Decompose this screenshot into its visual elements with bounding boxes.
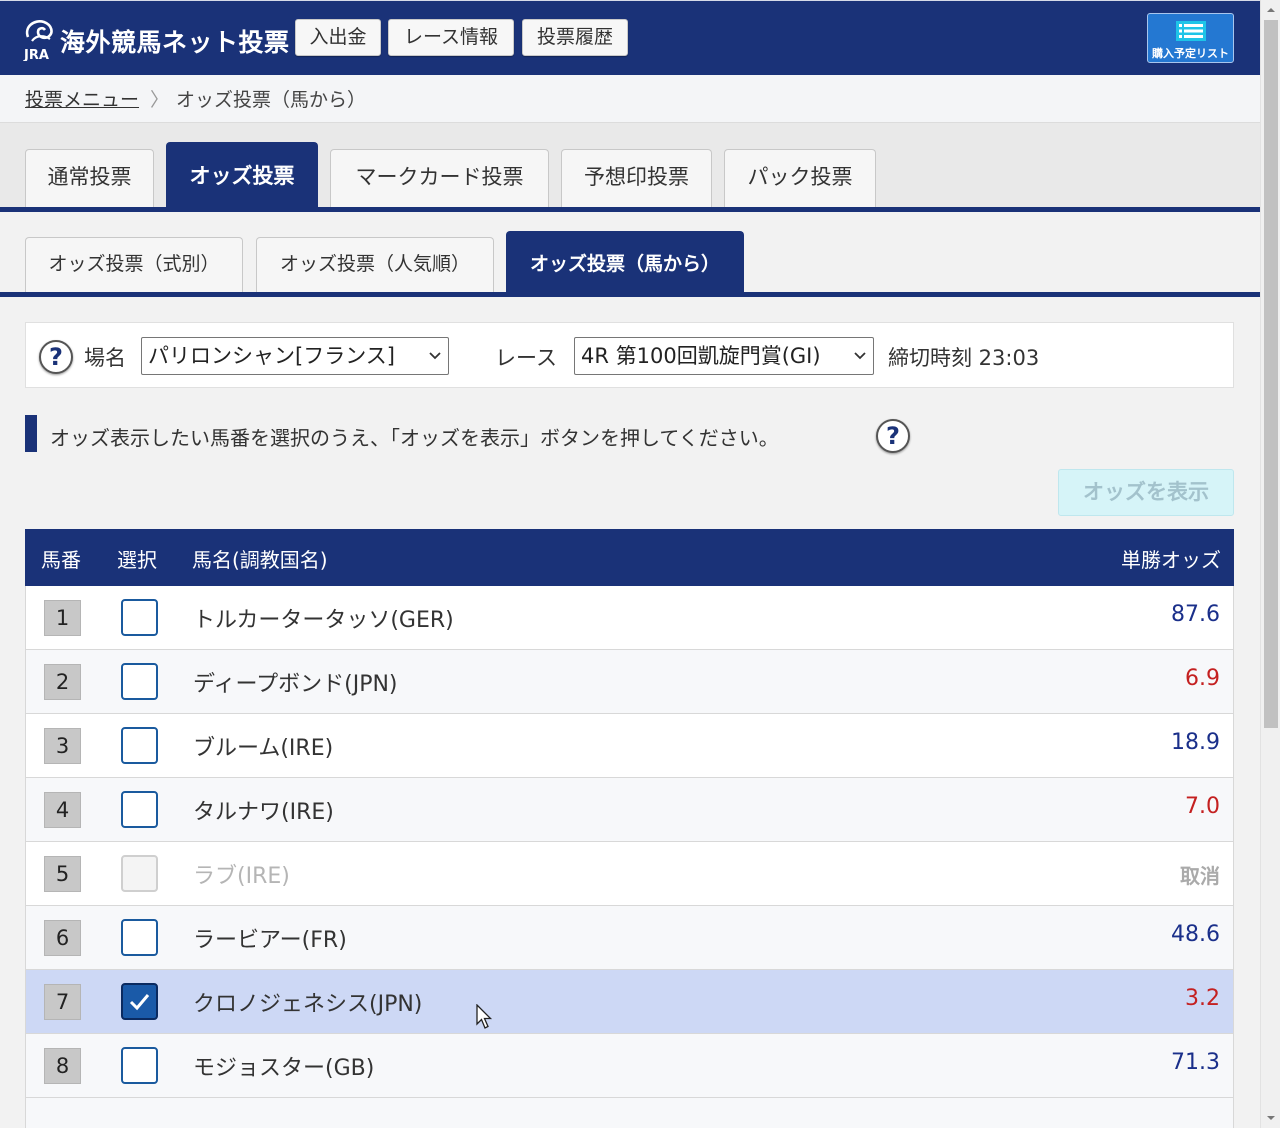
win-odds: 3.2 xyxy=(1185,986,1220,1011)
race-label: レース xyxy=(495,346,557,370)
table-body: 1 トルカータータッソ(GER) 87.6 2 ディープボンド(JPN) 6.9 3 ブルーム… xyxy=(25,586,1234,1128)
sub-tab-underline xyxy=(0,292,1260,297)
header-horse-number: 馬番 xyxy=(41,548,81,572)
table-row[interactable]: 2 ディープボンド(JPN) 6.9 xyxy=(25,650,1234,714)
venue-select[interactable]: パリロンシャン[フランス] xyxy=(141,337,449,375)
purchase-list-label: 購入予定リスト xyxy=(1152,47,1229,60)
scroll-down-icon[interactable] xyxy=(1261,1108,1280,1128)
horse-number: 5 xyxy=(44,856,81,892)
win-odds: 87.6 xyxy=(1171,602,1220,627)
race-select[interactable]: 4R 第100回凱旋門賞(GI) xyxy=(574,337,874,375)
subtab-odds-by-type[interactable]: オッズ投票（式別） xyxy=(25,237,243,293)
list-icon xyxy=(1176,21,1206,41)
horse-name: タルナワ(IRE) xyxy=(193,800,334,825)
chevron-down-icon xyxy=(854,352,866,360)
breadcrumb: 投票メニュー 〉 オッズ投票（馬から） xyxy=(0,75,1260,123)
horse-name: ラービアー(FR) xyxy=(193,928,347,953)
tab-normal-vote[interactable]: 通常投票 xyxy=(25,149,154,207)
table-row[interactable]: 5 ラブ(IRE) 取消 xyxy=(25,842,1234,906)
win-odds: 18.9 xyxy=(1171,730,1220,755)
scroll-up-icon[interactable] xyxy=(1261,0,1280,20)
select-checkbox xyxy=(121,855,158,892)
select-checkbox[interactable] xyxy=(121,983,158,1020)
horse-number: 1 xyxy=(44,600,81,636)
scrollbar-thumb[interactable] xyxy=(1264,20,1278,728)
sub-tab-bar: オッズ投票（式別） オッズ投票（人気順） オッズ投票（馬から） xyxy=(0,212,1260,297)
tab-markcard-vote[interactable]: マークカード投票 xyxy=(330,149,549,207)
select-checkbox[interactable] xyxy=(121,663,158,700)
table-row[interactable]: 6 ラービアー(FR) 48.6 xyxy=(25,906,1234,970)
horse-name: ディープボンド(JPN) xyxy=(193,672,398,697)
show-odds-button[interactable]: オッズを表示 xyxy=(1058,469,1234,516)
select-checkbox[interactable] xyxy=(121,727,158,764)
checkmark-icon xyxy=(129,994,150,1011)
horse-name: クロノジェネシス(JPN) xyxy=(193,992,423,1017)
subtab-odds-by-horse[interactable]: オッズ投票（馬から） xyxy=(506,231,744,293)
race-info-button[interactable]: レース情報 xyxy=(388,19,514,56)
breadcrumb-link-vote-menu[interactable]: 投票メニュー xyxy=(25,85,139,112)
breadcrumb-separator: 〉 xyxy=(150,89,170,111)
jra-logo-icon: JRA xyxy=(23,20,53,61)
horse-table: 馬番 選択 馬名(調教国名) 単勝オッズ 1 トルカータータッソ(GER) 87.6… xyxy=(25,529,1234,1128)
page-scrollbar[interactable] xyxy=(1260,0,1280,1128)
race-select-value: 4R 第100回凱旋門賞(GI) xyxy=(581,344,821,368)
horse-name: モジョスター(GB) xyxy=(193,1056,375,1081)
logo-mark-text: JRA xyxy=(23,48,49,61)
select-checkbox[interactable] xyxy=(121,1047,158,1084)
horse-name: ブルーム(IRE) xyxy=(193,736,334,761)
mouse-cursor-icon xyxy=(476,1004,493,1029)
table-row[interactable] xyxy=(25,1098,1234,1128)
site-header: JRA 海外競馬ネット投票 入出金 レース情報 投票履歴 購入予定リスト xyxy=(0,0,1260,75)
table-row[interactable]: 1 トルカータータッソ(GER) 87.6 xyxy=(25,586,1234,650)
header-win-odds: 単勝オッズ xyxy=(1121,548,1221,572)
win-odds: 48.6 xyxy=(1171,922,1220,947)
win-odds: 7.0 xyxy=(1185,794,1220,819)
instruction-help-icon[interactable]: ? xyxy=(876,419,910,453)
instruction-text: オッズ表示したい馬番を選択のうえ、「オッズを表示」ボタンを押してください。 xyxy=(50,426,779,450)
purchase-list-button[interactable]: 購入予定リスト xyxy=(1147,13,1234,63)
horse-number: 2 xyxy=(44,664,81,700)
horse-name: ラブ(IRE) xyxy=(193,864,290,889)
logo-text: 海外競馬ネット投票 xyxy=(60,28,290,57)
main-tab-bar: 通常投票 オッズ投票 マークカード投票 予想印投票 パック投票 xyxy=(0,123,1260,212)
tab-prediction-vote[interactable]: 予想印投票 xyxy=(561,149,712,207)
vote-history-button[interactable]: 投票履歴 xyxy=(522,19,628,56)
table-row[interactable]: 7 クロノジェネシス(JPN) 3.2 xyxy=(25,970,1234,1034)
venue-label: 場名 xyxy=(84,346,126,370)
select-checkbox[interactable] xyxy=(121,599,158,636)
horse-number: 6 xyxy=(44,920,81,956)
table-row[interactable]: 8 モジョスター(GB) 71.3 xyxy=(25,1034,1234,1098)
tab-pack-vote[interactable]: パック投票 xyxy=(724,149,876,207)
page: JRA 海外競馬ネット投票 入出金 レース情報 投票履歴 購入予定リスト 投票メ… xyxy=(0,0,1260,1128)
deadline-time: 締切時刻 23:03 xyxy=(888,346,1040,370)
horse-number: 7 xyxy=(44,984,81,1020)
win-odds: 取消 xyxy=(1180,864,1220,888)
race-selector-panel: ? 場名 パリロンシャン[フランス] レース 4R 第100回凱旋門賞(GI) … xyxy=(25,322,1234,388)
table-row[interactable]: 4 タルナワ(IRE) 7.0 xyxy=(25,778,1234,842)
venue-select-value: パリロンシャン[フランス] xyxy=(148,344,395,368)
subtab-odds-by-popularity[interactable]: オッズ投票（人気順） xyxy=(256,237,494,293)
deposit-button[interactable]: 入出金 xyxy=(295,19,381,56)
horse-number: 8 xyxy=(44,1048,81,1084)
chevron-down-icon xyxy=(429,352,441,360)
instruction-marker xyxy=(25,415,37,452)
site-logo[interactable]: JRA 海外競馬ネット投票 xyxy=(22,17,289,63)
help-question-icon[interactable]: ? xyxy=(39,340,73,374)
win-odds: 71.3 xyxy=(1171,1050,1220,1075)
table-header: 馬番 選択 馬名(調教国名) 単勝オッズ xyxy=(25,529,1234,586)
horse-number: 4 xyxy=(44,792,81,828)
win-odds: 6.9 xyxy=(1185,666,1220,691)
breadcrumb-current: オッズ投票（馬から） xyxy=(176,89,367,111)
horse-name: トルカータータッソ(GER) xyxy=(193,608,454,633)
table-row[interactable]: 3 ブルーム(IRE) 18.9 xyxy=(25,714,1234,778)
header-select: 選択 xyxy=(117,548,157,572)
horse-number: 3 xyxy=(44,728,81,764)
select-checkbox[interactable] xyxy=(121,791,158,828)
select-checkbox[interactable] xyxy=(121,919,158,956)
header-horse-name: 馬名(調教国名) xyxy=(192,548,328,572)
tab-odds-vote[interactable]: オッズ投票 xyxy=(166,142,318,207)
